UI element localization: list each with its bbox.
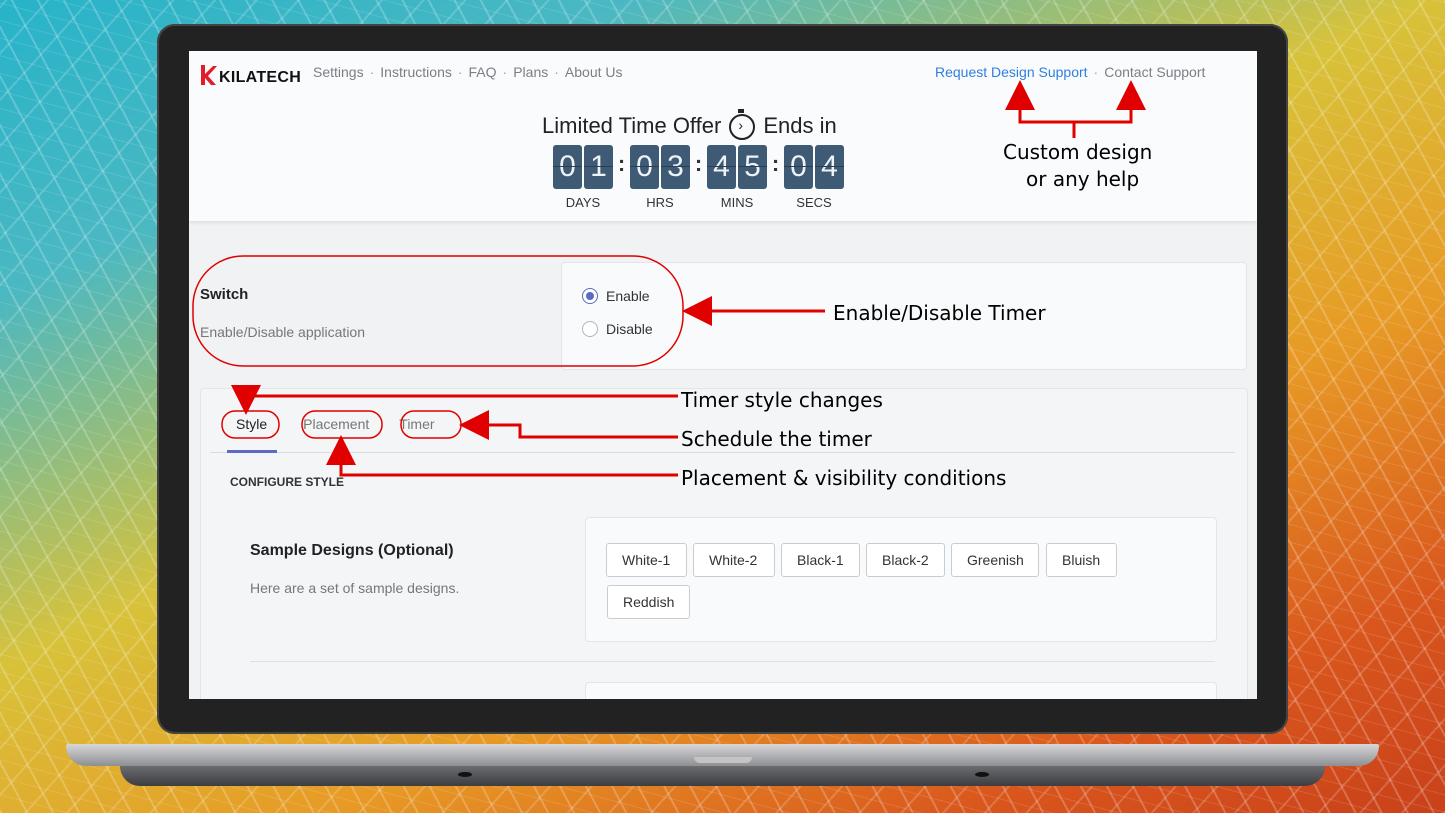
configure-style-heading: CONFIGURE STYLE <box>230 475 345 489</box>
nav-instructions[interactable]: Instructions <box>380 64 452 80</box>
nav-about-us[interactable]: About Us <box>565 64 623 80</box>
countdown-colon: : <box>771 151 780 176</box>
countdown-digit: 4 <box>815 145 844 189</box>
app-header: KILATECH Settings · Instructions · FAQ ·… <box>189 51 1257 221</box>
tab-placement[interactable]: Placement <box>296 413 376 435</box>
annotation-placement: Placement & visibility conditions <box>681 466 1007 490</box>
tab-timer[interactable]: Timer <box>392 413 441 435</box>
countdown-colon: : <box>617 151 626 176</box>
offer-ends-text: Ends in <box>763 112 837 138</box>
laptop-foot <box>458 772 472 777</box>
tabs-divider <box>210 452 1235 453</box>
nav-faq[interactable]: FAQ <box>469 64 497 80</box>
countdown-digit: 0 <box>553 145 582 189</box>
active-tab-indicator <box>227 450 277 453</box>
design-black-1-button[interactable]: Black-1 <box>781 543 860 577</box>
design-white-2-button[interactable]: White-2 <box>693 543 775 577</box>
section-divider <box>250 661 1215 662</box>
laptop-base-bottom <box>120 766 1325 786</box>
nav-separator: · <box>502 64 508 80</box>
brand-name: KILATECH <box>219 69 302 86</box>
enable-radio[interactable] <box>582 288 598 304</box>
countdown-digit: 1 <box>584 145 613 189</box>
countdown-digit: 0 <box>784 145 813 189</box>
disable-radio[interactable] <box>582 321 598 337</box>
laptop-foot <box>975 772 989 777</box>
nav-separator: · <box>1093 64 1099 80</box>
countdown-digit: 5 <box>738 145 767 189</box>
countdown-digit: 3 <box>661 145 690 189</box>
annotation-style: Timer style changes <box>681 388 883 412</box>
settings-tabs: Style Placement Timer <box>210 413 470 435</box>
countdown-label: DAYS <box>565 195 601 210</box>
countdown-hours: 0 3 HRS <box>630 145 690 210</box>
enable-label: Enable <box>606 288 650 304</box>
offer-banner: Limited Time Offer Ends in <box>542 109 837 140</box>
nav-separator: · <box>457 64 463 80</box>
countdown-label: MINS <box>720 195 754 210</box>
countdown-days: 0 1 DAYS <box>553 145 613 210</box>
switch-description: Enable/Disable application <box>200 324 365 340</box>
tab-style[interactable]: Style <box>229 413 274 435</box>
annotation-support-line1: Custom design <box>1003 140 1153 164</box>
design-greenish-button[interactable]: Greenish <box>951 543 1039 577</box>
next-setting-card <box>585 682 1217 699</box>
countdown-minutes: 4 5 MINS <box>707 145 767 210</box>
request-design-support-link[interactable]: Request Design Support <box>935 64 1088 80</box>
countdown-digit: 4 <box>707 145 736 189</box>
top-nav: Settings · Instructions · FAQ · Plans · … <box>313 64 623 80</box>
kilatech-logo-icon <box>201 65 217 85</box>
annotation-timer: Schedule the timer <box>681 427 872 451</box>
design-white-1-button[interactable]: White-1 <box>606 543 687 577</box>
countdown-colon: : <box>694 151 703 176</box>
annotation-switch: Enable/Disable Timer <box>833 301 1046 325</box>
nav-separator: · <box>369 64 375 80</box>
enable-radio-option[interactable]: Enable <box>582 288 650 304</box>
countdown-label: SECS <box>796 195 832 210</box>
switch-title: Switch <box>200 286 249 303</box>
countdown-digit: 0 <box>630 145 659 189</box>
nav-plans[interactable]: Plans <box>513 64 548 80</box>
design-reddish-button[interactable]: Reddish <box>607 585 690 619</box>
sample-designs-description: Here are a set of sample designs. <box>250 580 460 596</box>
design-black-2-button[interactable]: Black-2 <box>866 543 945 577</box>
disable-label: Disable <box>606 321 653 337</box>
support-links: Request Design Support · Contact Support <box>935 64 1205 80</box>
laptop-notch <box>694 757 752 763</box>
contact-support-link[interactable]: Contact Support <box>1104 64 1205 80</box>
nav-settings[interactable]: Settings <box>313 64 364 80</box>
design-bluish-button[interactable]: Bluish <box>1046 543 1117 577</box>
sample-designs-card <box>585 517 1217 642</box>
sample-designs-title: Sample Designs (Optional) <box>250 542 454 559</box>
countdown-timer: 0 1 DAYS : 0 3 HRS : 4 5 MINS: 0 4 SECS <box>553 145 844 210</box>
countdown-label: HRS <box>646 195 674 210</box>
kilatech-logo[interactable]: KILATECH <box>199 63 301 87</box>
offer-text: Limited Time Offer <box>542 112 722 138</box>
stopwatch-icon <box>729 109 756 140</box>
annotation-support-line2: or any help <box>1026 167 1140 191</box>
disable-radio-option[interactable]: Disable <box>582 321 653 337</box>
countdown-seconds: 0 4 SECS <box>784 145 844 210</box>
nav-separator: · <box>554 64 559 80</box>
